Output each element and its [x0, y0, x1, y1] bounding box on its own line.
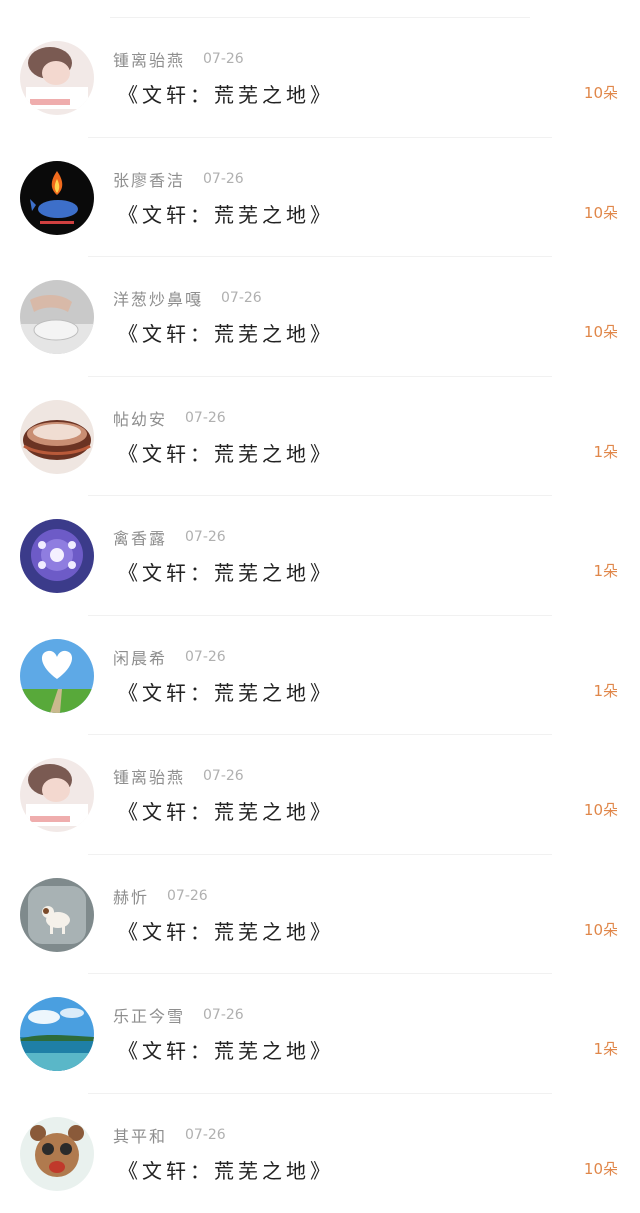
user-name[interactable]: 洋葱炒鼻嘎 [113, 286, 203, 310]
date-label: 07-26 [203, 768, 244, 784]
item-meta: 乐正今雪 07-26 [113, 1004, 244, 1026]
flower-count: 10朵 [584, 799, 618, 820]
avatar[interactable] [20, 161, 94, 235]
book-title[interactable]: 《文轩：荒芜之地》 [118, 796, 334, 825]
avatar-image [20, 997, 94, 1071]
list-item[interactable]: 其平和 07-26 《文轩：荒芜之地》 10朵 [0, 1094, 640, 1213]
item-meta: 闲晨希 07-26 [113, 646, 226, 668]
gift-record-list: 锺离骀燕 07-26 《文轩：荒芜之地》 10朵 张廖香洁 07-26 《文轩：… [0, 18, 640, 1213]
date-label: 07-26 [203, 51, 244, 67]
avatar-image [20, 161, 94, 235]
avatar-image [20, 639, 94, 713]
item-meta: 其平和 07-26 [113, 1124, 226, 1146]
flower-count: 10朵 [584, 82, 618, 103]
date-label: 07-26 [185, 410, 226, 426]
book-title[interactable]: 《文轩：荒芜之地》 [118, 1155, 334, 1184]
avatar[interactable] [20, 639, 94, 713]
avatar[interactable] [20, 280, 94, 354]
item-meta: 张廖香洁 07-26 [113, 168, 244, 190]
user-name[interactable]: 其平和 [113, 1123, 167, 1147]
list-item[interactable]: 洋葱炒鼻嘎 07-26 《文轩：荒芜之地》 10朵 [0, 257, 640, 377]
user-name[interactable]: 赫忻 [113, 884, 149, 908]
date-label: 07-26 [203, 1007, 244, 1023]
list-item[interactable]: 乐正今雪 07-26 《文轩：荒芜之地》 1朵 [0, 974, 640, 1094]
flower-count: 10朵 [584, 919, 618, 940]
list-item[interactable]: 禽香露 07-26 《文轩：荒芜之地》 1朵 [0, 496, 640, 616]
flower-count: 10朵 [584, 321, 618, 342]
list-item[interactable]: 锺离骀燕 07-26 《文轩：荒芜之地》 10朵 [0, 735, 640, 855]
flower-count: 1朵 [593, 680, 618, 701]
list-item[interactable]: 赫忻 07-26 《文轩：荒芜之地》 10朵 [0, 855, 640, 975]
user-name[interactable]: 禽香露 [113, 525, 167, 549]
date-label: 07-26 [167, 888, 208, 904]
flower-count: 1朵 [593, 560, 618, 581]
avatar-image [20, 400, 94, 474]
avatar[interactable] [20, 519, 94, 593]
user-name[interactable]: 锺离骀燕 [113, 764, 185, 788]
book-title[interactable]: 《文轩：荒芜之地》 [118, 438, 334, 467]
avatar-image [20, 1117, 94, 1191]
book-title[interactable]: 《文轩：荒芜之地》 [118, 916, 334, 945]
list-item[interactable]: 闲晨希 07-26 《文轩：荒芜之地》 1朵 [0, 616, 640, 736]
item-meta: 锺离骀燕 07-26 [113, 765, 244, 787]
avatar-image [20, 758, 94, 832]
item-meta: 帖幼安 07-26 [113, 407, 226, 429]
flower-count: 1朵 [593, 1038, 618, 1059]
item-meta: 禽香露 07-26 [113, 526, 226, 548]
avatar[interactable] [20, 1117, 94, 1191]
flower-count: 10朵 [584, 202, 618, 223]
avatar-image [20, 280, 94, 354]
book-title[interactable]: 《文轩：荒芜之地》 [118, 1035, 334, 1064]
flower-count: 10朵 [584, 1158, 618, 1179]
avatar-image [20, 41, 94, 115]
book-title[interactable]: 《文轩：荒芜之地》 [118, 199, 334, 228]
item-meta: 锺离骀燕 07-26 [113, 48, 244, 70]
user-name[interactable]: 张廖香洁 [113, 167, 185, 191]
avatar[interactable] [20, 758, 94, 832]
avatar[interactable] [20, 41, 94, 115]
avatar-image [20, 519, 94, 593]
book-title[interactable]: 《文轩：荒芜之地》 [118, 557, 334, 586]
avatar[interactable] [20, 997, 94, 1071]
user-name[interactable]: 锺离骀燕 [113, 47, 185, 71]
user-name[interactable]: 帖幼安 [113, 406, 167, 430]
date-label: 07-26 [203, 171, 244, 187]
item-meta: 洋葱炒鼻嘎 07-26 [113, 287, 262, 309]
date-label: 07-26 [221, 290, 262, 306]
list-item[interactable]: 锺离骀燕 07-26 《文轩：荒芜之地》 10朵 [0, 18, 640, 138]
date-label: 07-26 [185, 1127, 226, 1143]
avatar-image [20, 878, 94, 952]
avatar[interactable] [20, 878, 94, 952]
book-title[interactable]: 《文轩：荒芜之地》 [118, 318, 334, 347]
book-title[interactable]: 《文轩：荒芜之地》 [118, 79, 334, 108]
user-name[interactable]: 乐正今雪 [113, 1003, 185, 1027]
avatar[interactable] [20, 400, 94, 474]
list-item[interactable]: 帖幼安 07-26 《文轩：荒芜之地》 1朵 [0, 377, 640, 497]
book-title[interactable]: 《文轩：荒芜之地》 [118, 677, 334, 706]
item-meta: 赫忻 07-26 [113, 885, 208, 907]
date-label: 07-26 [185, 529, 226, 545]
list-item[interactable]: 张廖香洁 07-26 《文轩：荒芜之地》 10朵 [0, 138, 640, 258]
flower-count: 1朵 [593, 441, 618, 462]
date-label: 07-26 [185, 649, 226, 665]
user-name[interactable]: 闲晨希 [113, 645, 167, 669]
